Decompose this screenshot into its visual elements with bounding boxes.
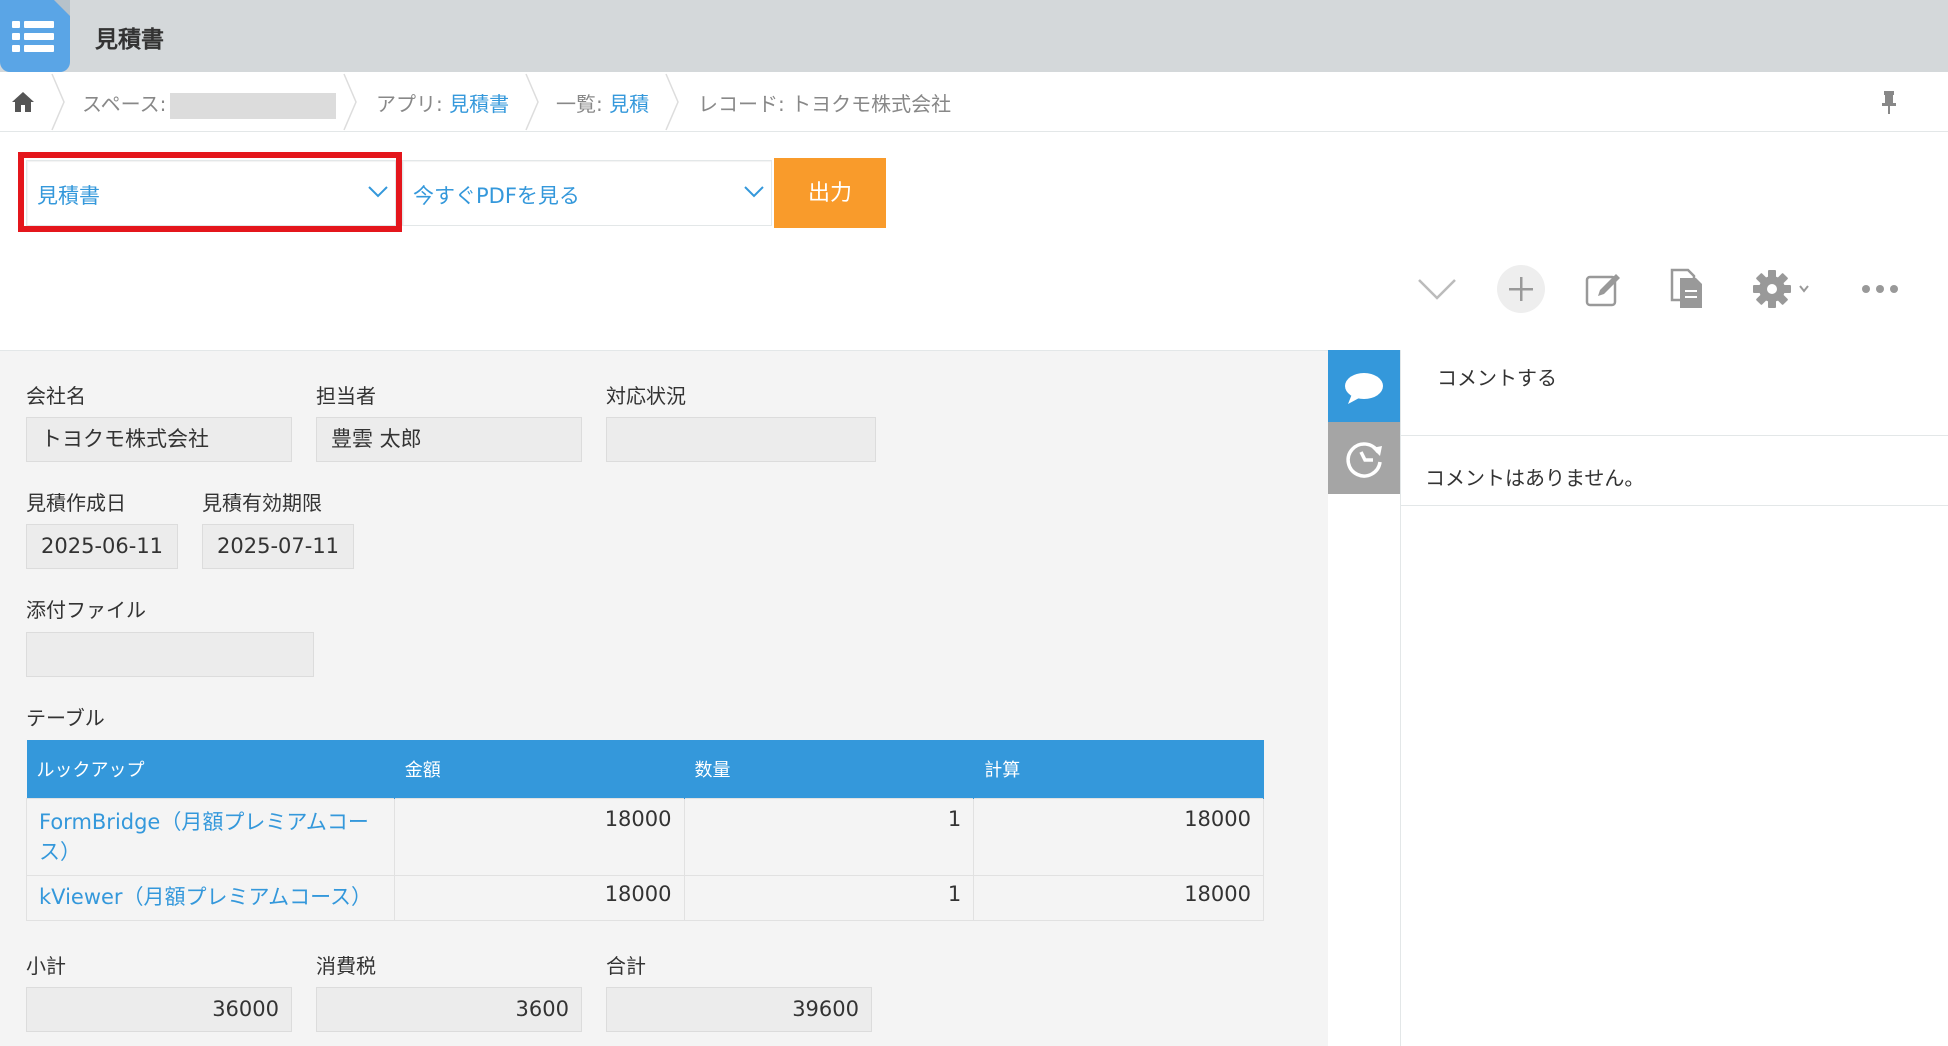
expiry-date-label: 見積有効期限: [202, 491, 322, 515]
comment-icon: [1345, 373, 1383, 404]
add-icon[interactable]: [1496, 264, 1546, 314]
created-date-field: 2025-06-11: [26, 524, 178, 569]
app-title: 見積書: [95, 27, 164, 53]
breadcrumb-separator: [51, 73, 65, 131]
breadcrumb-app[interactable]: アプリ: 見積書: [376, 88, 509, 117]
tax-label: 消費税: [316, 954, 376, 978]
attachment-label: 添付ファイル: [26, 598, 146, 622]
subtotal-label: 小計: [26, 954, 66, 978]
gear-icon[interactable]: [1750, 266, 1814, 312]
app-header: 見積書: [0, 0, 1948, 72]
person-field: 豊雲 太郎: [316, 417, 582, 462]
breadcrumb-separator: [525, 73, 539, 131]
edit-icon[interactable]: [1582, 266, 1626, 312]
app-list-icon[interactable]: [0, 0, 70, 72]
lookup-link[interactable]: kViewer（月額プレミアムコース）: [26, 874, 395, 921]
total-field: 39600: [606, 987, 872, 1032]
table-header-row: ルックアップ 金額 数量 計算: [26, 740, 1264, 798]
home-icon[interactable]: [10, 87, 36, 115]
highlight-frame: [18, 152, 402, 232]
duplicate-icon[interactable]: [1666, 266, 1706, 312]
chevron-down-icon: [744, 186, 764, 198]
calc-cell: 18000: [973, 874, 1264, 921]
comment-panel: コメントする コメントはありません。: [1400, 350, 1948, 1046]
redacted-space-name: [170, 92, 337, 119]
history-tab[interactable]: [1328, 422, 1400, 494]
comments-tab[interactable]: [1328, 350, 1400, 422]
action-select-value: 今すぐPDFを見る: [413, 184, 580, 208]
table-header-calc: 計算: [973, 740, 1264, 798]
expiry-date-field: 2025-07-11: [202, 524, 354, 569]
comment-input[interactable]: コメントする: [1401, 350, 1948, 436]
empty-comments: コメントはありません。: [1401, 436, 1948, 506]
status-field: [606, 417, 876, 462]
table-row: FormBridge（月額プレミアムコース） 18000 1 18000: [26, 797, 1264, 876]
created-date-label: 見積作成日: [26, 491, 126, 515]
qty-cell: 1: [683, 874, 975, 921]
company-label: 会社名: [26, 384, 86, 408]
breadcrumb-space-label: スペース:: [82, 92, 167, 116]
line-items-table: ルックアップ 金額 数量 計算 FormBridge（月額プレミアムコース） 1…: [26, 740, 1264, 921]
attachment-field: [26, 632, 314, 677]
subtotal-field: 36000: [26, 987, 292, 1032]
comment-input-placeholder: コメントする: [1437, 366, 1557, 390]
table-row: kViewer（月額プレミアムコース） 18000 1 18000: [26, 874, 1264, 921]
breadcrumb-view-label: 一覧:: [556, 92, 603, 116]
person-label: 担当者: [316, 384, 376, 408]
output-button[interactable]: 出力: [774, 158, 886, 228]
breadcrumb-space[interactable]: スペース:: [82, 88, 337, 119]
pin-icon[interactable]: [1878, 88, 1900, 116]
side-tabs: [1328, 350, 1400, 494]
amount-cell: 18000: [393, 874, 685, 921]
table-header-amount: 金額: [394, 740, 685, 798]
lookup-link[interactable]: FormBridge（月額プレミアムコース）: [26, 797, 395, 876]
qty-cell: 1: [683, 797, 975, 876]
more-icon[interactable]: [1858, 266, 1902, 312]
empty-comments-message: コメントはありません。: [1425, 466, 1645, 490]
amount-cell: 18000: [393, 797, 685, 876]
tax-field: 3600: [316, 987, 582, 1032]
chevron-down-icon[interactable]: [1414, 266, 1460, 312]
breadcrumb-app-link[interactable]: 見積書: [449, 92, 509, 116]
status-label: 対応状況: [606, 384, 686, 408]
calc-cell: 18000: [973, 797, 1264, 876]
breadcrumb: スペース: アプリ: 見積書 一覧: 見積 レコード: トヨクモ株式会社: [0, 72, 1948, 132]
breadcrumb-record: レコード: トヨクモ株式会社: [698, 92, 952, 116]
breadcrumb-view[interactable]: 一覧: 見積: [556, 88, 649, 117]
breadcrumb-app-label: アプリ:: [376, 92, 443, 116]
company-field: トヨクモ株式会社: [26, 417, 292, 462]
table-header-qty: 数量: [684, 740, 975, 798]
breadcrumb-separator: [665, 73, 679, 131]
breadcrumb-separator: [343, 73, 357, 131]
breadcrumb-view-link[interactable]: 見積: [609, 92, 649, 116]
table-label: テーブル: [26, 706, 105, 730]
total-label: 合計: [606, 954, 646, 978]
history-icon: [1346, 442, 1382, 478]
table-header-lookup: ルックアップ: [26, 740, 395, 798]
action-select[interactable]: 今すぐPDFを見る: [402, 160, 772, 226]
